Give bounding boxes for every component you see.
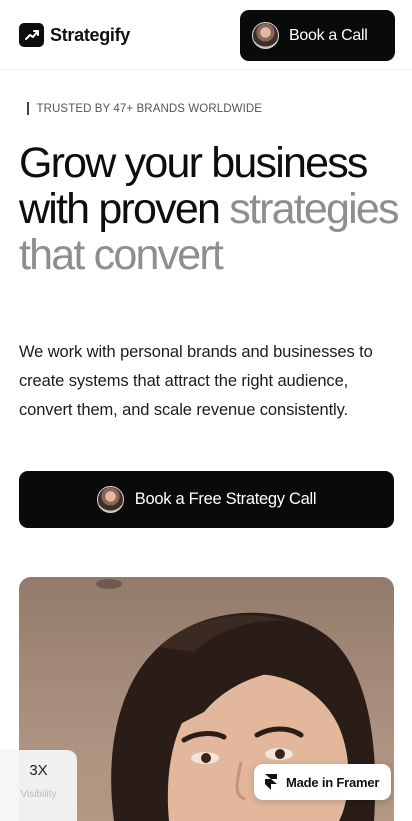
made-in-framer-badge[interactable]: Made in Framer [254,764,391,800]
avatar [252,22,279,49]
framer-icon [265,774,277,790]
book-call-button[interactable]: Book a Call [240,10,395,61]
hero-subtext: We work with personal brands and busines… [19,343,373,419]
stat-caption: Visibility [20,789,57,800]
trend-up-icon [19,23,44,47]
hero-headline: Grow your business with proven strategie… [19,140,399,278]
avatar [96,486,124,513]
stat-value: 3X [29,762,48,779]
visibility-stat-badge: 3X Visibility [0,750,77,821]
brand-name: Strategify [50,24,131,45]
framer-label: Made in Framer [286,774,380,790]
tagline-divider [27,102,29,115]
book-strategy-call-button[interactable]: Book a Free Strategy Call [19,471,394,528]
book-call-label: Book a Call [289,26,368,44]
site-header: Strategify Book a Call [0,0,412,70]
strategy-call-label: Book a Free Strategy Call [134,490,317,508]
brand-logo[interactable]: Strategify [19,23,130,47]
trusted-tagline: TRUSTED BY 47+ BRANDS WORLDWIDE [27,102,262,115]
trusted-text: TRUSTED BY 47+ BRANDS WORLDWIDE [36,102,263,115]
